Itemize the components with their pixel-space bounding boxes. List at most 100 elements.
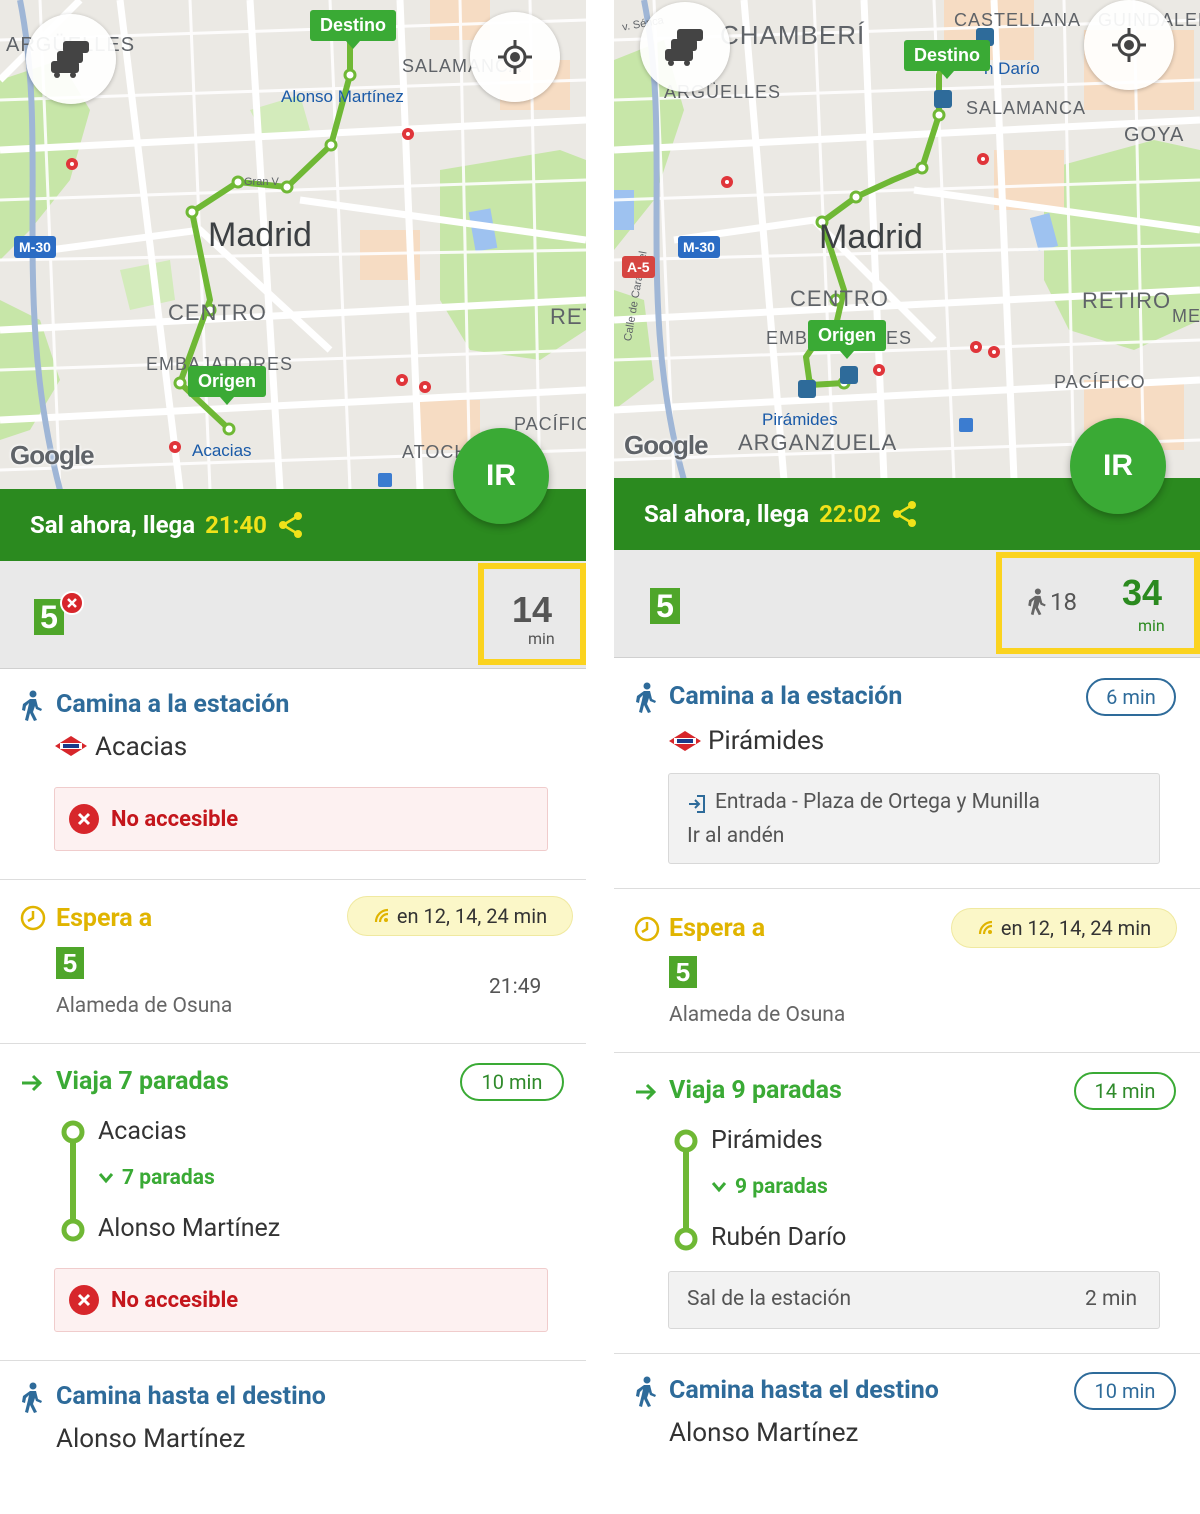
departure-clock-time: 21:49 bbox=[489, 975, 542, 999]
map-label-madrid: Madrid bbox=[819, 218, 923, 256]
pin-origen[interactable]: Origen bbox=[808, 320, 887, 359]
walk-destination-duration-pill: 10 min bbox=[1074, 1372, 1176, 1410]
traffic-toggle-button[interactable] bbox=[640, 2, 730, 92]
not-accessible-box: No accesible bbox=[54, 1268, 548, 1332]
ride-to-stop: Alonso Martínez bbox=[98, 1214, 281, 1243]
map-label-gran-via: Gran V bbox=[244, 176, 279, 188]
expand-stops-button[interactable]: 7 paradas bbox=[98, 1166, 215, 1190]
route-map[interactable]: v. Sénca CHAMBERÍ CASTELLANA GUINDALER A… bbox=[614, 0, 1200, 480]
divider bbox=[0, 879, 586, 880]
go-button[interactable]: IR bbox=[1070, 418, 1166, 514]
walk-icon bbox=[636, 682, 656, 713]
a5-shield: A-5 bbox=[622, 256, 655, 278]
clock-icon bbox=[20, 905, 46, 931]
not-accessible-icon bbox=[60, 591, 84, 615]
stops-count: 7 paradas bbox=[122, 1166, 215, 1190]
map-label-pacifico: PACÍFICO bbox=[1054, 372, 1146, 392]
not-accessible-text: No accesible bbox=[111, 806, 239, 832]
error-icon bbox=[69, 804, 99, 834]
realtime-icon bbox=[374, 908, 388, 923]
entrance-icon bbox=[689, 795, 705, 813]
clock-icon bbox=[634, 916, 660, 942]
divider bbox=[614, 1052, 1200, 1053]
origin-station: Acacias bbox=[95, 732, 188, 762]
my-location-button[interactable] bbox=[470, 12, 560, 102]
pin-origen-label: Origen bbox=[818, 325, 877, 345]
duration-highlight: 18 34 min bbox=[996, 552, 1200, 654]
traffic-toggle-button[interactable] bbox=[26, 14, 116, 104]
arrow-right-icon bbox=[22, 1074, 43, 1092]
pin-destino[interactable]: Destino bbox=[904, 40, 991, 79]
share-button[interactable] bbox=[277, 511, 305, 539]
expand-stops-button[interactable]: 9 paradas bbox=[711, 1175, 828, 1199]
step-walk-destination-title: Camina hasta el destino bbox=[56, 1382, 326, 1411]
metro-icon bbox=[669, 731, 701, 751]
map-label-acacias: Acacias bbox=[192, 441, 252, 460]
map-label-centro: CENTRO bbox=[168, 300, 267, 325]
line-5-badge-wait: 5 bbox=[56, 947, 84, 979]
origin-station: Pirámides bbox=[708, 726, 825, 756]
map-label-ruben-dario: n Darío bbox=[984, 59, 1040, 78]
entrance-text: Entrada - Plaza de Ortega y Munilla bbox=[715, 790, 1040, 814]
destination-name: Alonso Martínez bbox=[669, 1418, 859, 1448]
not-accessible-text: No accesible bbox=[111, 1287, 239, 1313]
walk-duration-pill: 6 min bbox=[1086, 678, 1176, 716]
map-label-pacifico: PACÍFIC bbox=[514, 414, 586, 434]
realtime-icon bbox=[978, 920, 992, 935]
metro-icon bbox=[55, 736, 87, 756]
pin-destino[interactable]: Destino bbox=[310, 10, 397, 49]
pin-origen[interactable]: Origen bbox=[188, 366, 267, 405]
line-5-badge-wait: 5 bbox=[669, 956, 697, 988]
depart-label: Sal ahora, llega bbox=[644, 500, 810, 528]
map-label-embajadores: EMB bbox=[766, 328, 809, 348]
step-walk-title: Camina a la estación bbox=[56, 690, 290, 719]
map-label-castellana: CASTELLANA bbox=[954, 10, 1082, 30]
divider bbox=[614, 888, 1200, 889]
error-icon bbox=[69, 1285, 99, 1315]
not-accessible-box: No accesible bbox=[54, 787, 548, 851]
total-duration-unit: min bbox=[1138, 616, 1165, 635]
traffic-icon bbox=[665, 29, 703, 66]
go-button[interactable]: IR bbox=[453, 428, 549, 524]
arrival-time: 22:02 bbox=[819, 500, 881, 528]
pin-destino-label: Destino bbox=[914, 45, 981, 65]
walk-icon bbox=[22, 690, 42, 721]
depart-label: Sal ahora, llega bbox=[30, 511, 196, 539]
pin-destino-label: Destino bbox=[320, 15, 387, 35]
platform-text: Ir al andén bbox=[687, 824, 785, 848]
destination-name: Alonso Martínez bbox=[56, 1424, 246, 1454]
route-panel-accessible: ARGÜELLES SALAMANCA Madrid CENTRO EMBAJA… bbox=[0, 0, 586, 1514]
step-walk-destination-title: Camina hasta el destino bbox=[669, 1376, 939, 1405]
line-5-badge: 5 bbox=[650, 588, 680, 624]
chevron-down-icon bbox=[711, 1182, 727, 1193]
share-button[interactable] bbox=[891, 500, 919, 528]
route-line-graphic bbox=[674, 1129, 698, 1251]
route-map[interactable]: ARGÜELLES SALAMANCA Madrid CENTRO EMBAJA… bbox=[0, 0, 586, 490]
crosshair-icon bbox=[1112, 28, 1146, 62]
step-ride-title: Viaja 9 paradas bbox=[669, 1076, 842, 1105]
share-icon bbox=[278, 512, 302, 538]
ride-to-stop: Rubén Darío bbox=[711, 1223, 847, 1252]
pin-origen-label: Origen bbox=[198, 371, 257, 391]
total-duration-unit: min bbox=[528, 629, 555, 648]
divider bbox=[0, 1043, 586, 1044]
realtime-arrivals-text: en 12, 14, 24 min bbox=[396, 904, 548, 928]
divider bbox=[0, 1360, 586, 1361]
map-label-chamberi: CHAMBERÍ bbox=[720, 20, 866, 50]
google-logo: Google bbox=[624, 430, 709, 460]
ride-duration-pill: 10 min bbox=[460, 1063, 564, 1101]
m30-shield: M-30 bbox=[678, 236, 720, 258]
route-summary[interactable]: 5 14 min bbox=[0, 561, 586, 669]
map-label-retiro: RETIRO bbox=[1082, 288, 1172, 313]
traffic-icon bbox=[51, 41, 89, 78]
walk-icon bbox=[636, 1376, 656, 1407]
my-location-button[interactable] bbox=[1084, 0, 1174, 90]
exit-text: Sal de la estación bbox=[687, 1287, 852, 1311]
map-label-piramides: Pirámides bbox=[762, 410, 838, 429]
map-label-arganzuela: ARGANZUELA bbox=[738, 430, 898, 455]
map-label-edge: ME bbox=[1172, 306, 1200, 326]
route-summary[interactable]: 5 18 34 min bbox=[614, 550, 1200, 658]
route-line-graphic bbox=[61, 1120, 85, 1242]
total-duration: 34 bbox=[1122, 572, 1163, 613]
entrance-info-box: Entrada - Plaza de Ortega y Munilla Ir a… bbox=[668, 773, 1160, 864]
